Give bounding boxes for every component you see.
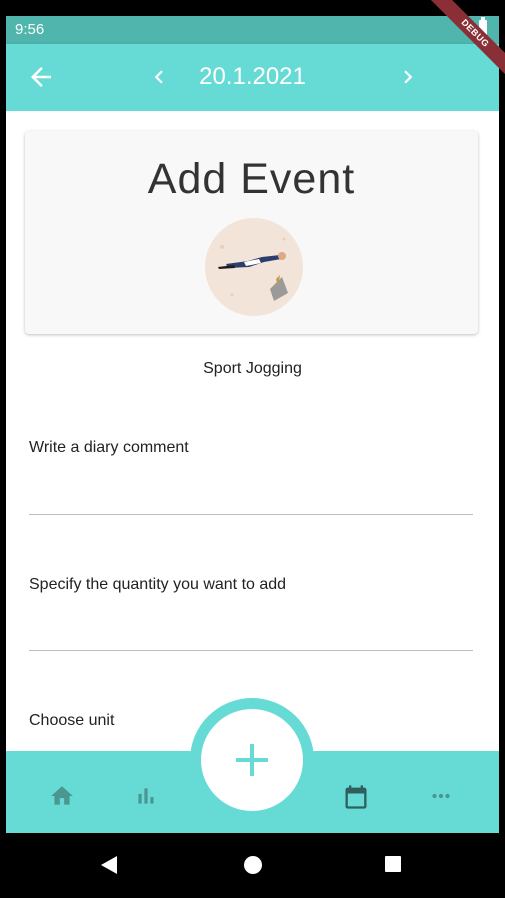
home-circle-icon[interactable] [243, 855, 263, 880]
comment-field[interactable] [29, 464, 473, 514]
comment-label: Write a diary comment [29, 439, 189, 456]
home-icon[interactable] [49, 783, 75, 809]
date-title: 20.1.2021 [199, 63, 306, 90]
system-nav-bar [0, 833, 505, 898]
add-icon [236, 744, 268, 776]
card-title: Add Event [147, 155, 356, 203]
event-name: Sport Jogging [203, 360, 302, 377]
quantity-field[interactable] [29, 601, 473, 651]
quantity-field-underline [29, 650, 473, 651]
comment-field-underline [29, 514, 473, 515]
bar-chart-icon[interactable] [133, 783, 159, 809]
more-horiz-icon[interactable] [428, 783, 454, 809]
calendar-icon[interactable] [342, 783, 368, 809]
content-area[interactable]: Add Event Sport Jogging Write a diary co… [6, 111, 499, 751]
add-event-fab[interactable] [201, 709, 303, 811]
chevron-right-icon[interactable] [395, 64, 421, 90]
overview-square-icon[interactable] [384, 855, 402, 878]
back-triangle-icon[interactable] [100, 855, 118, 880]
status-bar: 9:56 [6, 16, 499, 44]
jogging-illustration [205, 218, 303, 316]
app-bar: 20.1.2021 [6, 44, 499, 111]
event-card: Add Event [25, 131, 478, 334]
status-time: 9:56 [15, 21, 45, 38]
quantity-label: Specify the quantity you want to add [29, 576, 287, 593]
unit-label: Choose unit [29, 712, 115, 729]
